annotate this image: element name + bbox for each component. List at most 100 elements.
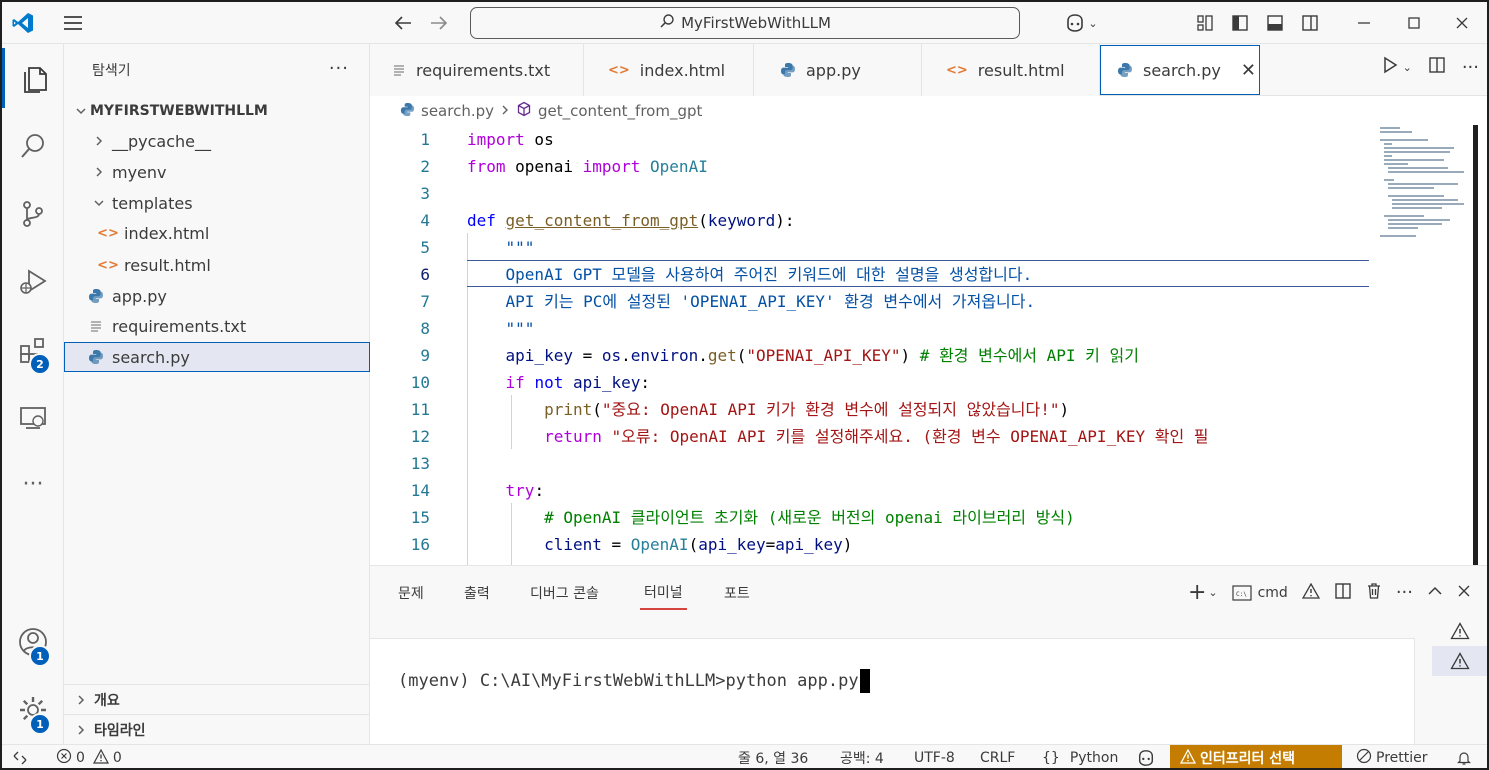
tree-item-label: app.py <box>112 286 167 306</box>
tab-app-py[interactable]: app.py <box>754 44 922 96</box>
search-view-icon[interactable] <box>2 116 64 176</box>
tree-folder-pycache[interactable]: __pycache__ <box>64 126 370 156</box>
notifications-bell-icon[interactable] <box>1456 745 1472 768</box>
panel-tab-terminal[interactable]: 터미널 <box>640 576 687 610</box>
remote-indicator-icon[interactable] <box>12 745 28 768</box>
tab-label: requirements.txt <box>416 60 551 80</box>
code-line: """ <box>467 238 535 257</box>
tab-search-py[interactable]: search.py ✕ <box>1100 45 1260 95</box>
tree-file-requirements[interactable]: requirements.txt <box>64 311 370 341</box>
manage-gear-icon[interactable]: 1 <box>2 680 64 740</box>
source-control-icon[interactable] <box>2 184 64 244</box>
warning-icon <box>1179 748 1197 768</box>
tab-index-html[interactable]: <> index.html <box>584 44 754 96</box>
minimap[interactable] <box>1370 125 1470 245</box>
back-arrow-icon[interactable] <box>388 8 418 38</box>
forward-arrow-icon[interactable] <box>424 8 454 38</box>
copilot-icon[interactable]: ⌄ <box>1058 8 1104 38</box>
chevron-right-icon <box>90 166 108 178</box>
tree-file-index-html[interactable]: <> index.html <box>64 218 370 248</box>
toggle-secondary-sidebar-icon[interactable] <box>1297 10 1323 36</box>
terminal-shell-selector[interactable]: C:\ cmd <box>1231 584 1288 601</box>
tree-file-search-py[interactable]: search.py <box>64 342 370 372</box>
language-mode[interactable]: {} Python <box>1042 745 1118 768</box>
function-symbol-icon <box>516 101 532 121</box>
command-center-search[interactable]: MyFirstWebWithLLM <box>470 7 1020 39</box>
end-of-line[interactable]: CRLF <box>980 745 1015 768</box>
code-editor[interactable]: 1234567891011121314151617 import os from… <box>370 125 1478 565</box>
toggle-primary-sidebar-icon[interactable] <box>1227 10 1253 36</box>
more-actions-icon[interactable]: ··· <box>1462 57 1479 78</box>
text-file-icon <box>392 63 406 77</box>
extensions-badge: 2 <box>29 353 51 375</box>
timeline-label: 타임라인 <box>94 722 146 739</box>
maximize-icon[interactable] <box>1392 8 1436 38</box>
run-debug-icon[interactable] <box>2 252 64 312</box>
problems-indicator[interactable]: 0 0 <box>56 745 122 768</box>
explorer-title: 탐색기 <box>92 63 131 79</box>
chevron-right-icon <box>72 724 90 736</box>
close-panel-icon[interactable] <box>1457 584 1471 602</box>
tree-file-app-py[interactable]: app.py <box>64 281 370 311</box>
split-editor-icon[interactable] <box>1428 56 1446 78</box>
toggle-panel-icon[interactable] <box>1262 10 1288 36</box>
encoding[interactable]: UTF-8 <box>914 745 955 768</box>
code-line: return "오류: OpenAI API 키를 설정해주세요. (환경 변수… <box>467 427 1209 446</box>
terminal-view[interactable]: (myenv) C:\AI\MyFirstWebWithLLM>python a… <box>370 638 1415 746</box>
explorer-more-icon[interactable]: ··· <box>329 58 349 79</box>
panel-tab-problems[interactable]: 문제 <box>398 576 424 610</box>
interpreter-select-button[interactable]: 인터프리터 선택 <box>1170 745 1342 768</box>
minimize-icon[interactable] <box>1342 8 1386 38</box>
breadcrumb-file[interactable]: search.py <box>421 102 494 120</box>
tab-label: app.py <box>806 60 861 80</box>
python-file-icon <box>400 102 415 121</box>
panel-tab-debug-console[interactable]: 디버그 콘솔 <box>530 576 599 610</box>
maximize-panel-icon[interactable] <box>1427 585 1443 601</box>
shell-label: cmd <box>1257 584 1288 601</box>
code-line: if not api_key: <box>467 373 651 392</box>
tree-folder-templates[interactable]: templates <box>64 188 370 218</box>
settings-badge: 1 <box>29 713 51 735</box>
split-terminal-icon[interactable] <box>1334 582 1352 604</box>
new-terminal-icon[interactable]: + <box>1188 580 1206 605</box>
editor-scrollbar[interactable] <box>1473 125 1478 565</box>
remote-explorer-icon[interactable] <box>2 388 64 448</box>
copilot-status-icon[interactable] <box>1136 745 1156 768</box>
terminal-instance[interactable] <box>1432 646 1487 676</box>
extensions-icon[interactable]: 2 <box>2 320 64 380</box>
tree-folder-myenv[interactable]: myenv <box>64 157 370 187</box>
tree-file-result-html[interactable]: <> result.html <box>64 250 370 280</box>
terminal-instance[interactable] <box>1432 616 1487 646</box>
tree-item-label: templates <box>112 193 193 213</box>
error-count: 0 <box>76 750 85 766</box>
menu-icon[interactable] <box>58 8 88 38</box>
close-tab-icon[interactable]: ✕ <box>1241 60 1256 81</box>
panel-tab-ports[interactable]: 포트 <box>724 576 750 610</box>
chevron-right-icon <box>90 135 108 147</box>
indentation[interactable]: 공백: 4 <box>840 745 884 768</box>
explorer-icon[interactable] <box>2 48 64 108</box>
python-file-icon <box>780 62 796 78</box>
outline-section[interactable]: 개요 <box>64 684 370 714</box>
tab-requirements[interactable]: requirements.txt <box>370 44 584 96</box>
warning-icon[interactable] <box>1301 582 1320 603</box>
run-file-icon[interactable] <box>1381 56 1399 78</box>
more-actions-icon[interactable]: ··· <box>1396 582 1413 603</box>
tab-result-html[interactable]: <> result.html <box>922 44 1100 96</box>
breadcrumb-symbol[interactable]: get_content_from_gpt <box>538 102 702 120</box>
vscode-logo-icon[interactable] <box>8 8 38 38</box>
code-line: OpenAI GPT 모델을 사용하여 주어진 키워드에 대한 설명을 생성합니… <box>467 265 1033 284</box>
cursor-position[interactable]: 줄 6, 열 36 <box>738 745 808 768</box>
panel-tab-output[interactable]: 출력 <box>464 576 490 610</box>
workspace-root[interactable]: MYFIRSTWEBWITHLLM <box>64 100 370 122</box>
close-window-icon[interactable] <box>1440 8 1484 38</box>
customize-layout-icon[interactable] <box>1192 10 1218 36</box>
chevron-down-icon[interactable]: ⌄ <box>1208 586 1217 599</box>
prettier-status[interactable]: Prettier <box>1356 745 1428 768</box>
accounts-icon[interactable]: 1 <box>2 612 64 672</box>
more-views-icon[interactable]: ··· <box>2 454 64 514</box>
timeline-section[interactable]: 타임라인 <box>64 714 370 744</box>
trash-icon[interactable] <box>1366 582 1382 604</box>
tree-item-label: requirements.txt <box>112 316 247 336</box>
chevron-down-icon[interactable]: ⌄ <box>1403 61 1412 74</box>
